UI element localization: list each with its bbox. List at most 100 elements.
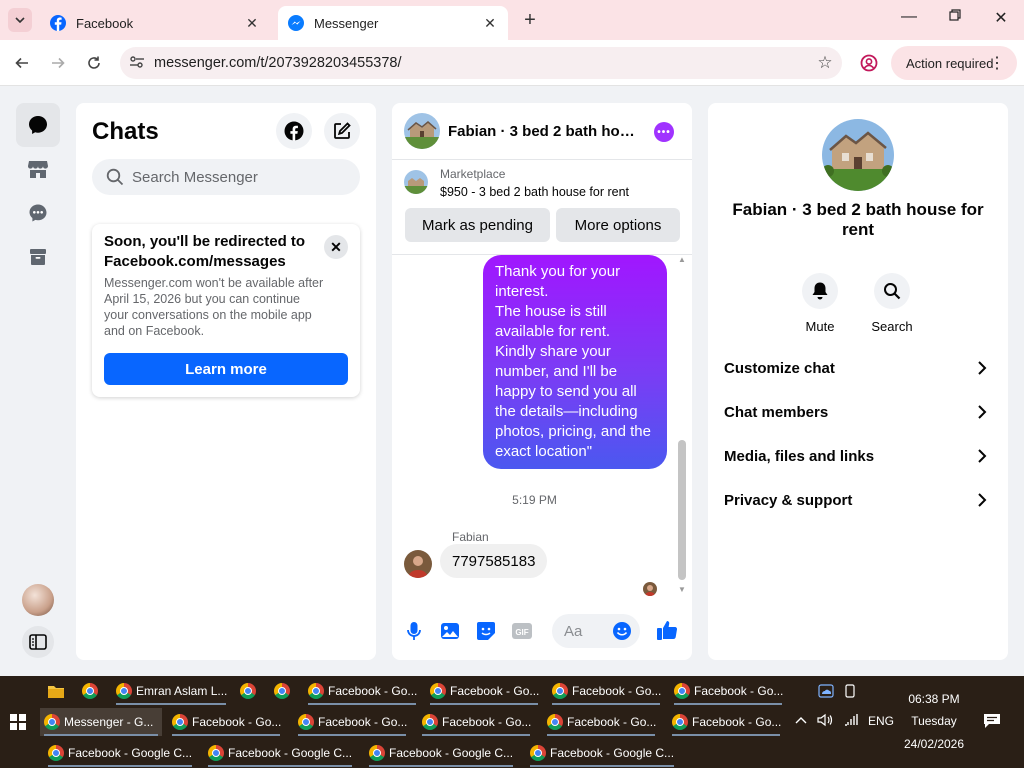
chats-panel: Chats Soon, you'll be redirected to Face… (76, 103, 376, 660)
taskbar-window-button[interactable]: Facebook - Google C... (526, 739, 678, 767)
profile-picture[interactable] (822, 119, 894, 191)
voice-clip-button[interactable] (403, 620, 425, 642)
send-like-button[interactable] (655, 618, 679, 642)
conversation-info-button[interactable]: ••• (654, 122, 674, 142)
speaker-icon[interactable] (817, 713, 833, 730)
restore-button[interactable] (940, 8, 970, 26)
taskbar-window-button[interactable]: Facebook - Go... (548, 677, 664, 705)
search-input[interactable] (132, 168, 332, 186)
rail-marketplace[interactable] (16, 147, 60, 191)
message-input[interactable] (564, 622, 608, 640)
taskbar-window-button[interactable]: Facebook - Go... (294, 708, 410, 736)
privacy-support-row[interactable]: Privacy & support (716, 480, 1000, 520)
reload-button[interactable] (83, 52, 105, 74)
search-action[interactable]: Search (862, 273, 922, 334)
taskbar-window-title: Facebook - Go... (692, 715, 782, 729)
marketplace-label: Marketplace (440, 167, 506, 181)
chrome-icon (308, 683, 324, 699)
learn-more-button[interactable]: Learn more (104, 353, 348, 385)
new-tab-button[interactable]: + (518, 9, 542, 32)
tab-search-menu-button[interactable] (8, 8, 32, 32)
message-input-box[interactable] (552, 614, 640, 648)
conversation-title[interactable]: Fabian · 3 bed 2 bath house for rent (448, 123, 643, 140)
incoming-message-bubble[interactable]: 7797585183 (440, 544, 548, 578)
file-explorer-button[interactable] (44, 677, 68, 705)
close-tab-icon[interactable]: ✕ (482, 15, 498, 32)
back-button[interactable] (11, 52, 33, 74)
taskbar-window-button[interactable]: Facebook - Go... (668, 708, 784, 736)
rail-chats[interactable] (16, 103, 60, 147)
phone-link-icon[interactable] (843, 684, 857, 701)
house-photo-icon (404, 170, 428, 194)
taskbar-chrome-button[interactable] (78, 677, 102, 705)
compose-icon (334, 122, 351, 139)
message-scrollbar[interactable]: ▲ ▼ (678, 255, 688, 597)
search-messenger-box[interactable] (92, 159, 360, 195)
media-files-links-row[interactable]: Media, files and links (716, 436, 1000, 476)
profile-icon[interactable] (857, 51, 881, 75)
sticker-button[interactable] (475, 620, 497, 642)
close-window-button[interactable]: ✕ (986, 8, 1016, 28)
taskbar-window-button[interactable]: Facebook - Google C... (204, 739, 356, 767)
tab-messenger[interactable]: Messenger ✕ (278, 6, 508, 40)
customize-chat-row[interactable]: Customize chat (716, 348, 1000, 388)
forward-button[interactable] (47, 52, 69, 74)
tab-facebook[interactable]: Facebook ✕ (40, 6, 270, 40)
scroll-up-icon[interactable]: ▲ (678, 255, 686, 264)
sender-avatar[interactable] (404, 550, 432, 578)
new-message-button[interactable] (324, 113, 360, 149)
chrome-icon (298, 714, 314, 730)
network-icon[interactable] (843, 713, 859, 730)
bookmark-star-icon[interactable]: ☆ (808, 53, 842, 73)
chat-members-row[interactable]: Chat members (716, 392, 1000, 432)
taskbar-window-button[interactable]: Facebook - Go... (168, 708, 284, 736)
notice-close-button[interactable]: ✕ (324, 235, 348, 259)
windows-start-icon[interactable] (10, 714, 26, 730)
outgoing-message-bubble[interactable]: Thank you for your interest. The house i… (483, 255, 667, 469)
taskbar-window-button[interactable]: Facebook - Go... (304, 677, 420, 705)
taskbar-window-button[interactable]: Facebook - Go... (418, 708, 534, 736)
rail-message-requests[interactable] (16, 191, 60, 235)
clock-time[interactable]: 06:38 PM (886, 692, 982, 706)
conversation-thumbnail[interactable] (404, 113, 440, 149)
chrome-icon (674, 683, 690, 699)
taskbar-window-title: Facebook - Go... (318, 715, 408, 729)
sidebar-toggle-button[interactable] (22, 626, 54, 658)
show-hidden-icons-chevron-icon[interactable] (794, 714, 808, 728)
mute-action[interactable]: Mute (790, 273, 850, 334)
taskbar-chrome-button[interactable] (236, 677, 260, 705)
bell-icon (802, 273, 838, 309)
chrome-icon (672, 714, 688, 730)
listing-price-title[interactable]: $950 - 3 bed 2 bath house for rent (440, 185, 629, 199)
taskbar-window-button[interactable]: Facebook - Google C... (44, 739, 196, 767)
gif-button[interactable]: GIF (511, 620, 533, 642)
taskbar-window-title: Facebook - Go... (694, 684, 784, 698)
mark-as-pending-button[interactable]: Mark as pending (405, 208, 550, 242)
taskbar-window-button[interactable]: Emran Aslam L... (112, 677, 230, 705)
chrome-icon (208, 745, 224, 761)
minimize-button[interactable]: — (894, 8, 924, 26)
address-bar[interactable]: messenger.com/t/2073928203455378/ ☆ (120, 47, 842, 79)
reload-icon (88, 56, 100, 69)
taskbar-window-button[interactable]: Facebook - Go... (543, 708, 659, 736)
taskbar-window-button-active[interactable]: Messenger - G... (40, 708, 162, 736)
taskbar-chrome-button[interactable] (270, 677, 294, 705)
facebook-link-button[interactable] (276, 113, 312, 149)
close-tab-icon[interactable]: ✕ (244, 15, 260, 32)
taskbar-window-button[interactable]: Facebook - Go... (426, 677, 542, 705)
user-avatar[interactable] (22, 584, 54, 616)
taskbar-window-button[interactable]: Facebook - Go... (670, 677, 786, 705)
more-options-button[interactable]: More options (556, 208, 680, 242)
attach-photo-button[interactable] (439, 620, 461, 642)
scrollbar-thumb[interactable] (678, 440, 686, 580)
scroll-down-icon[interactable]: ▼ (678, 585, 686, 594)
rail-archived[interactable] (16, 235, 60, 279)
notice-title: Soon, you'll be redirected to Facebook.c… (104, 233, 306, 270)
site-info-icon[interactable] (120, 55, 154, 72)
notifications-icon[interactable] (983, 713, 1001, 732)
action-required-button[interactable]: Action required ⋮ (891, 46, 1017, 80)
taskbar-window-button[interactable]: Facebook - Google C... (365, 739, 517, 767)
taskbar-window-title: Facebook - Go... (450, 684, 540, 698)
emoji-button[interactable] (612, 621, 632, 646)
onedrive-icon[interactable] (818, 684, 834, 701)
